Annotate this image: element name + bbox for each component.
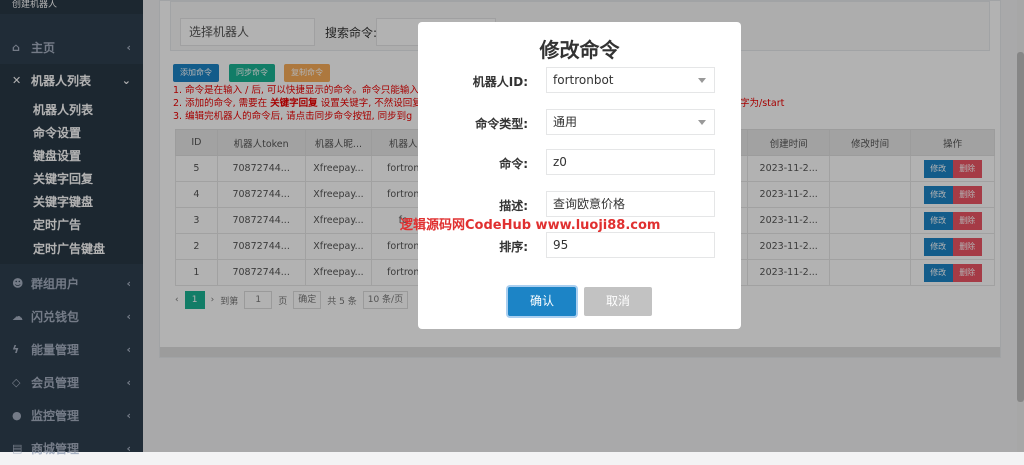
bot-id-select[interactable]: fortronbot bbox=[546, 67, 715, 93]
watermark: 逻辑源码网CodeHub www.luoji88.com bbox=[400, 218, 661, 233]
caret-down-icon bbox=[698, 78, 706, 83]
sort-label: 排序: bbox=[499, 240, 528, 254]
sort-input[interactable]: 95 bbox=[546, 232, 715, 258]
description-label: 描述: bbox=[499, 199, 528, 213]
edit-command-dialog: 修改命令 机器人ID: fortronbot 命令类型: 通用 命令: z0 描… bbox=[418, 22, 741, 329]
bot-id-label: 机器人ID: bbox=[472, 75, 528, 89]
dialog-title: 修改命令 bbox=[539, 38, 620, 62]
command-label: 命令: bbox=[499, 157, 528, 171]
confirm-button[interactable]: 确认 bbox=[508, 287, 576, 316]
command-type-select[interactable]: 通用 bbox=[546, 109, 715, 135]
command-type-label: 命令类型: bbox=[475, 117, 528, 131]
cancel-button[interactable]: 取消 bbox=[584, 287, 652, 316]
caret-down-icon bbox=[698, 120, 706, 125]
command-input[interactable]: z0 bbox=[546, 149, 715, 175]
